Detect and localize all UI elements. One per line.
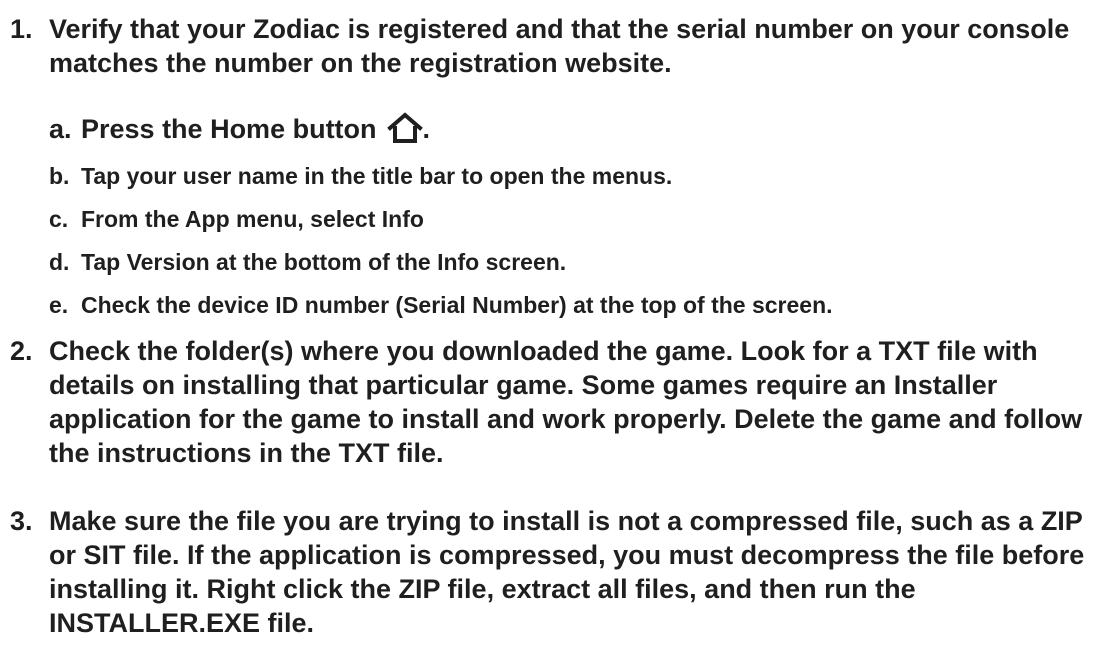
substep-1d: d. Tap Version at the bottom of the Info… — [0, 245, 1111, 279]
step-2-number: 2. — [10, 336, 33, 366]
step-3-number: 3. — [10, 506, 33, 536]
substep-1c-text: From the App menu, select Info — [81, 206, 424, 232]
home-icon — [386, 112, 423, 143]
substep-1b-text: Tap your user name in the title bar to o… — [81, 163, 673, 189]
substep-1b-letter: b. — [49, 163, 70, 189]
substep-1a-text: Press the Home button — [81, 114, 377, 144]
substep-1d-text: Tap Version at the bottom of the Info sc… — [81, 249, 567, 275]
substep-1d-letter: d. — [49, 249, 70, 275]
step-1-text: Verify that your Zodiac is registered an… — [49, 14, 1070, 78]
step-1-number: 1. — [10, 14, 33, 44]
substep-1c: c. From the App menu, select Info — [0, 202, 1111, 236]
substep-1a: a. Press the Home button . — [0, 112, 1111, 146]
step-3-text: Make sure the file you are trying to ins… — [49, 506, 1085, 638]
substep-1a-letter: a. — [49, 114, 72, 144]
substep-1e-letter: e. — [49, 292, 69, 318]
substep-1a-text-wrap: Press the Home button . — [81, 112, 430, 146]
substep-1e: e. Check the device ID number (Serial Nu… — [0, 288, 1111, 322]
substep-1b: b. Tap your user name in the title bar t… — [0, 159, 1111, 193]
step-2-text: Check the folder(s) where you downloaded… — [49, 336, 1083, 468]
substep-1a-suffix: . — [422, 114, 431, 144]
instructions-document: 1. Verify that your Zodiac is registered… — [0, 0, 1111, 658]
substep-1e-text: Check the device ID number (Serial Numbe… — [81, 292, 833, 318]
substep-1c-letter: c. — [49, 206, 69, 232]
